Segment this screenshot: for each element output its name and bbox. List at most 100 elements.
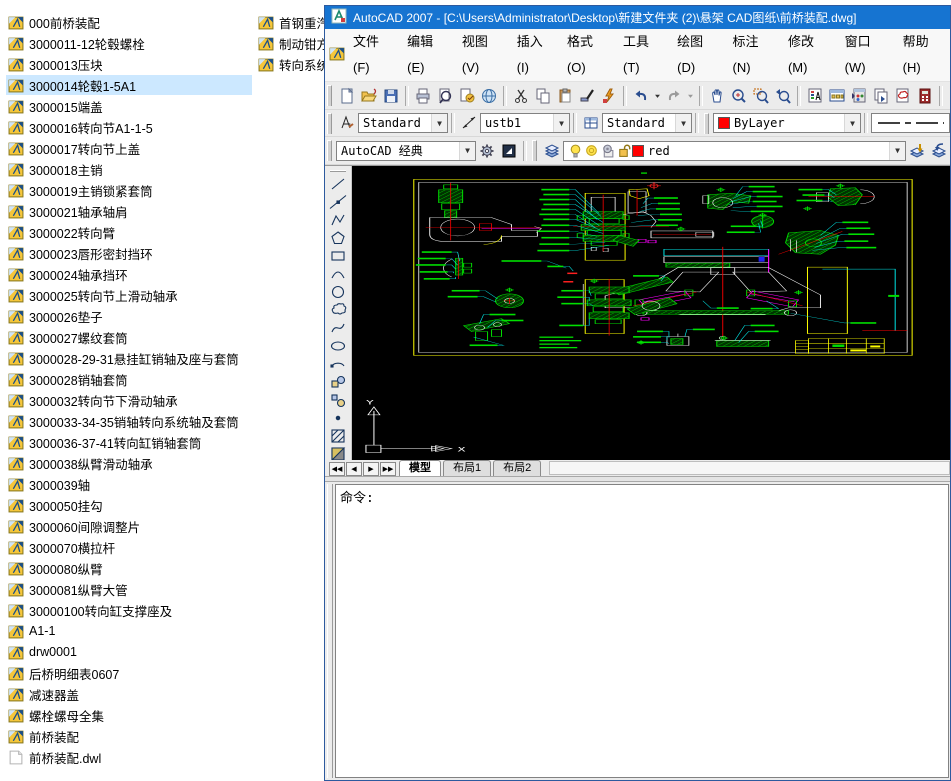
menu-item-h[interactable]: 帮助(H)	[895, 29, 950, 81]
draw-circle-icon[interactable]	[327, 283, 349, 301]
file-item[interactable]: 3000038纵臂滑动轴承	[6, 453, 252, 473]
file-item[interactable]: 000前桥装配	[6, 12, 252, 32]
properties-icon[interactable]	[804, 85, 826, 107]
command-input[interactable]: 命令:	[335, 484, 949, 778]
markup-set-manager-icon[interactable]	[892, 85, 914, 107]
file-item[interactable]: 螺栓螺母全集	[6, 705, 252, 725]
file-item[interactable]: 3000023唇形密封挡环	[6, 243, 252, 263]
draw-revcloud-icon[interactable]	[327, 301, 349, 319]
toolbar-grip[interactable]	[327, 85, 332, 106]
chevron-down-icon[interactable]: ▼	[553, 114, 569, 132]
save-icon[interactable]	[380, 85, 402, 107]
linetype-combo[interactable]	[871, 113, 950, 133]
dropdown-arrow-icon[interactable]	[685, 85, 696, 107]
file-item[interactable]: 3000026垫子	[6, 306, 252, 326]
table-style-icon[interactable]	[580, 112, 602, 134]
sheetset-manager-icon[interactable]	[870, 85, 892, 107]
block-editor-icon[interactable]	[598, 85, 620, 107]
file-item[interactable]: 3000014轮毂1-5A1	[6, 75, 252, 95]
text-style-icon[interactable]	[336, 112, 358, 134]
file-item[interactable]: 3000028-29-31悬挂缸销轴及座与套筒	[6, 348, 252, 368]
designcenter-icon[interactable]	[826, 85, 848, 107]
dropdown-arrow-icon[interactable]	[652, 85, 663, 107]
draw-xline-icon[interactable]	[327, 193, 349, 211]
menu-item-o[interactable]: 格式(O)	[559, 29, 615, 81]
toolbar-grip[interactable]	[327, 140, 332, 161]
menu-item-e[interactable]: 编辑(E)	[399, 29, 454, 81]
layer-previous-icon[interactable]	[928, 140, 950, 162]
bulb-on-icon[interactable]	[568, 143, 583, 158]
file-item[interactable]: 3000028销轴套筒	[6, 369, 252, 389]
chevron-down-icon[interactable]: ▼	[459, 141, 475, 160]
dim-style-combo[interactable]: ustb1 ▼	[480, 113, 570, 133]
qnew-icon[interactable]	[336, 85, 358, 107]
workspace-combo[interactable]: AutoCAD 经典 ▼	[336, 140, 476, 161]
file-item[interactable]: 3000019主销锁紧套筒	[6, 180, 252, 200]
quickcalc-icon[interactable]	[914, 85, 936, 107]
menu-item-f[interactable]: 文件(F)	[345, 29, 399, 81]
draw-line-icon[interactable]	[327, 175, 349, 193]
command-grip[interactable]	[327, 484, 333, 778]
file-item[interactable]: 3000050挂勾	[6, 495, 252, 515]
menu-item-v[interactable]: 视图(V)	[454, 29, 509, 81]
drawing-canvas[interactable]: Y X	[352, 166, 950, 460]
toolbar-grip[interactable]	[327, 112, 332, 134]
file-item[interactable]: 3000027螺纹套筒	[6, 327, 252, 347]
file-item[interactable]: 3000013压块	[6, 54, 252, 74]
chevron-down-icon[interactable]: ▼	[889, 141, 905, 160]
my-workspace-icon[interactable]	[498, 140, 520, 162]
chevron-down-icon[interactable]: ▼	[675, 114, 691, 132]
zoom-window-icon[interactable]	[750, 85, 772, 107]
file-item[interactable]: drw0001	[6, 642, 252, 662]
draw-hatch-icon[interactable]	[327, 427, 349, 445]
file-item[interactable]: 3000025转向节上滑动轴承	[6, 285, 252, 305]
menu-item-w[interactable]: 窗口(W)	[837, 29, 895, 81]
menu-item-i[interactable]: 插入(I)	[509, 29, 559, 81]
draw-polygon-icon[interactable]	[327, 229, 349, 247]
dim-style-icon[interactable]	[458, 112, 480, 134]
file-item[interactable]: 3000036-37-41转向缸销轴套筒	[6, 432, 252, 452]
draw-spline-icon[interactable]	[327, 319, 349, 337]
open-icon[interactable]	[358, 85, 380, 107]
file-item[interactable]: 前桥装配	[6, 726, 252, 746]
plot-icon[interactable]	[412, 85, 434, 107]
dwf-icon[interactable]	[478, 85, 500, 107]
file-item[interactable]: 3000039轴	[6, 474, 252, 494]
file-item[interactable]: 3000017转向节上盖	[6, 138, 252, 158]
unlock-icon[interactable]	[616, 143, 631, 158]
copy-icon[interactable]	[532, 85, 554, 107]
tab-prev-icon[interactable]: ◀	[346, 462, 362, 476]
pan-icon[interactable]	[706, 85, 728, 107]
draw-pline-icon[interactable]	[327, 211, 349, 229]
file-item[interactable]: 3000081纵臂大管	[6, 579, 252, 599]
draw-make-block-icon[interactable]	[327, 391, 349, 409]
file-item[interactable]: 3000018主销	[6, 159, 252, 179]
tab-first-icon[interactable]: ◀◀	[329, 462, 345, 476]
redo-icon[interactable]	[663, 85, 685, 107]
layer-combo[interactable]: red ▼	[563, 140, 906, 161]
chevron-down-icon[interactable]: ▼	[431, 114, 447, 132]
file-item[interactable]: 3000011-12轮毂螺栓	[6, 33, 252, 53]
file-item[interactable]: 减速器盖	[6, 684, 252, 704]
undo-icon[interactable]	[630, 85, 652, 107]
paste-icon[interactable]	[554, 85, 576, 107]
table-style-combo[interactable]: Standard ▼	[602, 113, 692, 133]
tab-next-icon[interactable]: ▶	[363, 462, 379, 476]
draw-ellipse-icon[interactable]	[327, 337, 349, 355]
sun-thaw-icon[interactable]	[584, 143, 599, 158]
draw-ellipse-arc-icon[interactable]	[327, 355, 349, 373]
file-item[interactable]: 3000060间隙调整片	[6, 516, 252, 536]
menu-item-t[interactable]: 工具(T)	[615, 29, 669, 81]
match-properties-icon[interactable]	[576, 85, 598, 107]
file-item[interactable]: 3000070横拉杆	[6, 537, 252, 557]
tab-last-icon[interactable]: ▶▶	[380, 462, 396, 476]
file-item[interactable]: 3000024轴承挡环	[6, 264, 252, 284]
menu-item-m[interactable]: 修改(M)	[780, 29, 837, 81]
file-item[interactable]: 3000015端盖	[6, 96, 252, 116]
toolbar-grip[interactable]	[532, 140, 537, 161]
chevron-down-icon[interactable]: ▼	[844, 114, 860, 132]
zoom-previous-icon[interactable]	[772, 85, 794, 107]
file-item[interactable]: A1-1	[6, 621, 252, 641]
plot-state-icon[interactable]	[600, 143, 615, 158]
menu-item-n[interactable]: 标注(N)	[725, 29, 780, 81]
